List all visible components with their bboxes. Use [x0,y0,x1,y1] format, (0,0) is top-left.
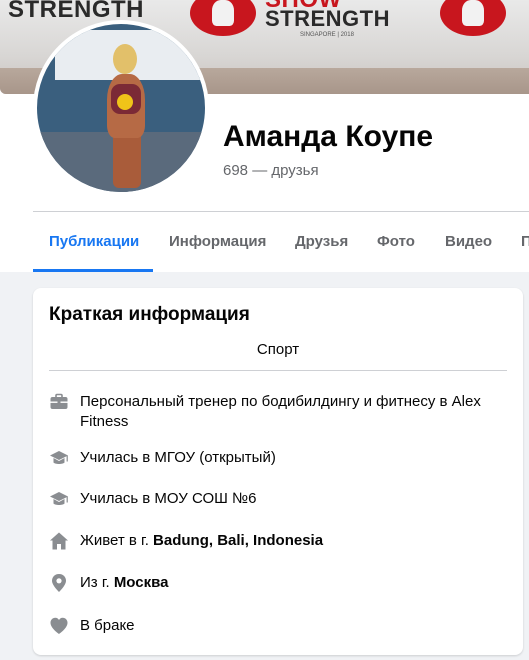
intro-item-work-prefix: Персональный тренер по бодибилдингу и фи… [80,393,481,430]
tab-about-label: Информация [169,233,267,250]
cover-text-right: STRENGTH [265,6,390,31]
intro-subtitle: Спорт [256,341,300,358]
intro-item-from-text: Из г. Москва [80,573,490,593]
tab-friends-label: Друзья [295,233,349,250]
avatar[interactable] [33,20,209,196]
tab-videos[interactable]: Видео [445,212,492,272]
tab-photos-label: Фото [377,233,415,250]
cover-logo-right [440,0,506,36]
tab-videos-label: Видео [445,233,493,250]
tab-photos[interactable]: Фото [377,212,415,272]
intro-divider [49,370,507,371]
intro-item-education-1-prefix: Училась в МГОУ (открытый) [80,449,276,466]
intro-item-from-prefix: Из г. [80,574,114,591]
intro-item-education-2-prefix: Училась в МОУ СОШ №6 [80,490,257,507]
profile-tabs: Публикации Информация Друзья Фото Видео … [33,212,529,272]
tab-more-label: П [521,233,529,250]
intro-item-work-text: Персональный тренер по бодибилдингу и фи… [80,392,490,432]
graduation-cap-icon [50,492,68,505]
active-tab-indicator [33,269,153,272]
intro-card: Краткая информация Спорт Персональный тр… [33,288,523,655]
profile-name: Аманда Коупе [223,120,434,153]
avatar-figure-head [113,44,137,74]
intro-item-from-link[interactable]: Москва [114,574,169,591]
profile-header: STRENGTH SHOW STRENGTH SINGAPORE | 2018 … [0,0,529,272]
intro-item-lives-in-text: Живет в г. Badung, Bali, Indonesia [80,531,490,551]
intro-item-lives-in-link[interactable]: Badung, Bali, Indonesia [153,532,323,549]
tab-friends[interactable]: Друзья [295,212,348,272]
tab-about[interactable]: Информация [169,212,266,272]
location-pin-icon [52,574,66,592]
avatar-figure-legs [113,130,141,188]
tab-posts[interactable]: Публикации [49,212,139,272]
intro-title: Краткая информация [49,304,250,325]
intro-item-education-1-text: Училась в МГОУ (открытый) [80,448,490,468]
heart-icon [50,617,68,634]
home-icon [50,532,68,550]
medal-icon [117,94,133,110]
tab-more[interactable]: П [521,212,529,272]
graduation-cap-icon [50,451,68,464]
intro-item-education-2-text: Училась в МОУ СОШ №6 [80,489,490,509]
intro-item-lives-in-prefix: Живет в г. [80,532,154,549]
friends-count[interactable]: 698 — друзья [223,162,319,179]
intro-item-relationship-text: В браке [80,616,490,636]
tab-posts-label: Публикации [49,233,140,250]
briefcase-icon [50,393,68,409]
intro-item-relationship-prefix: В браке [80,617,135,634]
cover-event-line: SINGAPORE | 2018 [300,32,354,38]
